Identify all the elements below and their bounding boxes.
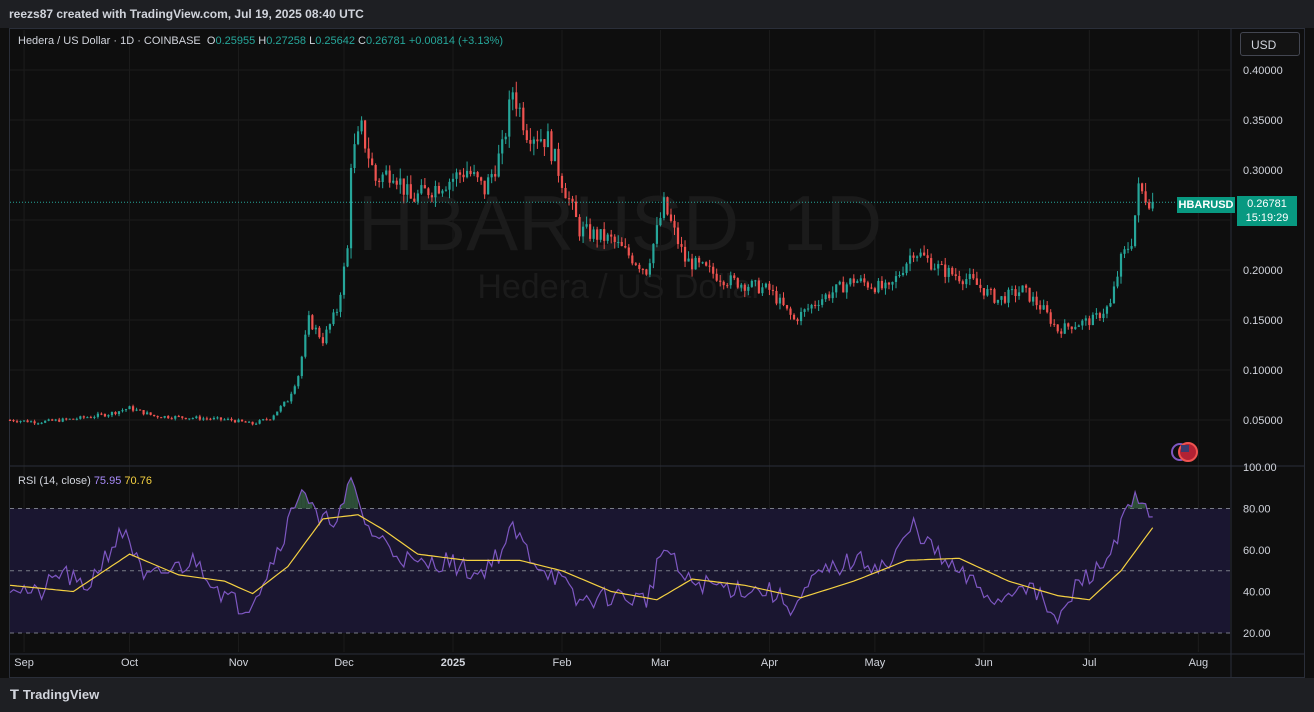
tradingview-logo[interactable]: 𝗧 TradingView (10, 687, 99, 703)
tradingview-brand: TradingView (22, 687, 100, 702)
bar-countdown: 15:19:29 (1245, 212, 1289, 224)
symbol-price-tag: HBARUSD (1177, 197, 1235, 213)
chart-frame[interactable] (9, 28, 1305, 678)
symbol-title: Hedera / US Dollar · 1D · COINBASE (18, 35, 201, 47)
open-value: 0.25955 (215, 35, 256, 47)
last-price-tag: 0.26781 15:19:29 (1237, 196, 1297, 226)
close-value: 0.26781 (365, 35, 406, 47)
currency-button[interactable]: USD (1240, 32, 1300, 56)
bottom-bar (0, 678, 1314, 712)
rsi-value: 75.95 (93, 475, 122, 487)
top-bar: reezs87 created with TradingView.com, Ju… (0, 0, 1314, 28)
close-label: C (358, 35, 366, 47)
last-price: 0.26781 (1247, 198, 1287, 210)
ohlc-legend: Hedera / US Dollar · 1D · COINBASE O0.25… (18, 35, 503, 47)
low-value: 0.25642 (315, 35, 355, 47)
created-by-credit: reezs87 created with TradingView.com, Ju… (9, 7, 364, 21)
rsi-label: RSI (14, close) (18, 475, 91, 487)
rsi-ma-value: 70.76 (124, 475, 152, 487)
change-value: +0.00814 (+3.13%) (408, 35, 503, 47)
tradingview-logo-icon: 𝗧 (10, 687, 19, 702)
high-value: 0.27258 (266, 35, 307, 47)
rsi-legend: RSI (14, close) 75.95 70.76 (18, 475, 152, 487)
